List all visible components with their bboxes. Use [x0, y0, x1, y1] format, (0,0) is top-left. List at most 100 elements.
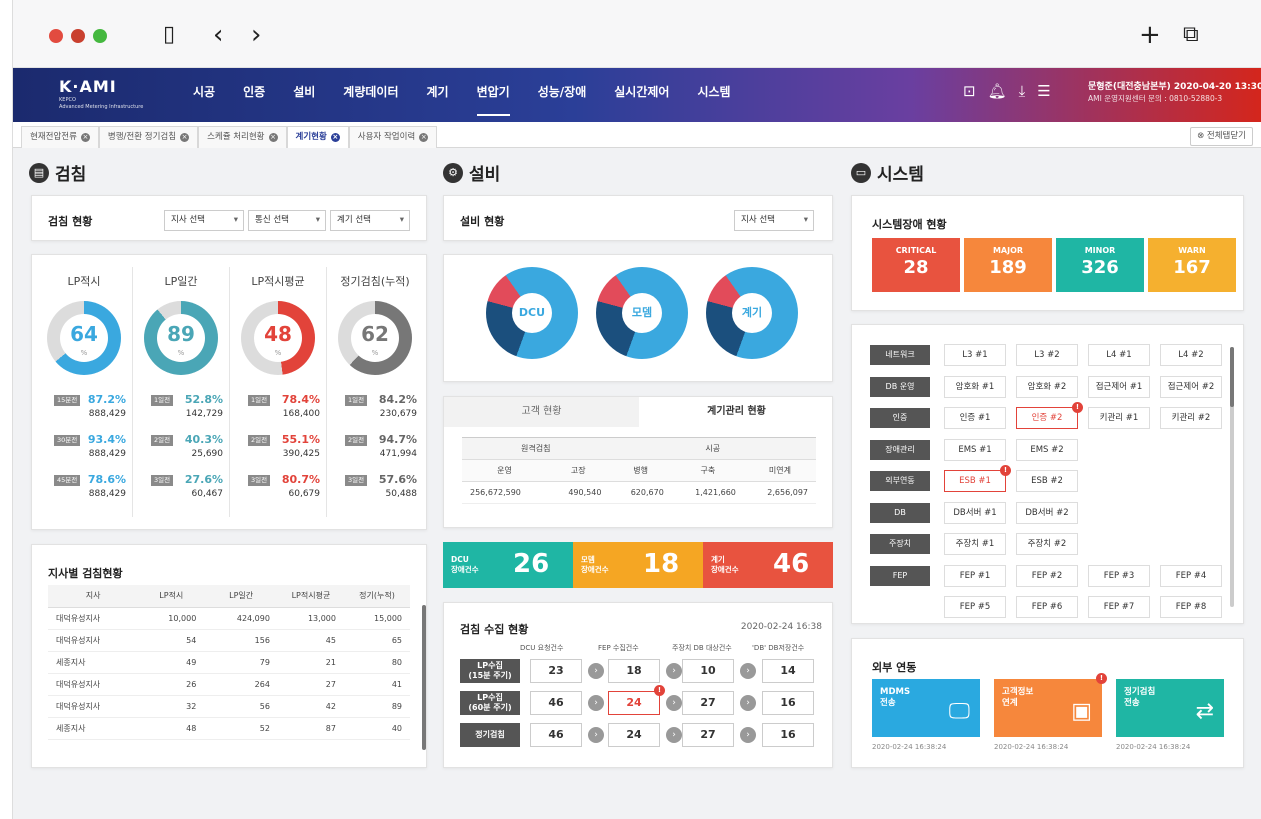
menu-item-1[interactable]: 인증 — [229, 68, 279, 122]
system-node[interactable]: 암호화 #2 — [1016, 375, 1078, 398]
system-node[interactable]: DB서버 #2 — [1016, 501, 1078, 524]
external-link-2[interactable]: 정기검침 전송 ⇄ — [1116, 679, 1224, 737]
kami-logo[interactable]: K·AMI KEPCO Advanced Metering Infrastruc… — [59, 77, 143, 110]
system-node[interactable]: FEP #7 — [1088, 596, 1150, 618]
fault-bar-0[interactable]: DCU 장애건수 26 — [443, 542, 573, 588]
system-node[interactable]: DB서버 #1 — [944, 501, 1006, 524]
tab-1[interactable]: 병행/전환 정기검침 × — [98, 126, 199, 148]
equip-branch-select[interactable]: 지사 선택 — [734, 210, 814, 231]
table-row[interactable]: 대덕유성지사 54 156 45 65 — [48, 629, 410, 652]
collect-value: 14 — [762, 659, 814, 683]
external-link-1[interactable]: 고객정보 연계 ▣ — [994, 679, 1102, 737]
system-node[interactable]: EMS #1 — [944, 438, 1006, 461]
table-row[interactable]: 세종지사 48 52 87 40 — [48, 717, 410, 740]
close-all-tabs-button[interactable]: ⊗ 전체탭닫기 — [1190, 127, 1253, 146]
system-node[interactable]: 접근제어 #2 — [1160, 375, 1222, 398]
collect-timestamp: 2020-02-24 16:38 — [740, 622, 822, 632]
meter-select[interactable]: 계기 선택 — [330, 210, 410, 231]
system-node[interactable]: FEP #8 — [1160, 596, 1222, 618]
system-node[interactable]: 인증 #2 — [1016, 407, 1078, 429]
table-cell: 세종지사 — [48, 717, 139, 740]
fault-bar-2[interactable]: 계기 장애건수 46 — [703, 542, 833, 588]
menu-item-7[interactable]: 실시간제어 — [600, 68, 683, 122]
fault-bar-1[interactable]: 모뎀 장애건수 18 — [573, 542, 703, 588]
table-row[interactable]: 대덕유성지사 32 56 42 89 — [48, 695, 410, 718]
severity-critical[interactable]: CRITICAL 28 — [872, 238, 960, 292]
table-row[interactable]: 대덕유성지사 10,000 424,090 13,000 15,000 — [48, 607, 410, 630]
system-node[interactable]: 접근제어 #1 — [1088, 375, 1150, 398]
tab-overview-icon[interactable]: ⧉ — [1183, 20, 1199, 50]
subtab-meter-mgmt[interactable]: 계기관리 현황 — [639, 397, 834, 427]
table-row[interactable]: 대덕유성지사 26 264 27 41 — [48, 673, 410, 696]
close-window-icon[interactable] — [49, 29, 63, 43]
table-cell: 56 — [204, 695, 278, 718]
external-link-card: 외부 연동 MDMS 전송 🖵︎ 2020-02-24 16:38:24 고객정보 연… — [851, 638, 1244, 768]
maximize-window-icon[interactable] — [93, 29, 107, 43]
tab-close-icon[interactable]: × — [419, 133, 429, 142]
system-node[interactable]: ESB #1 — [944, 470, 1006, 492]
scrollbar[interactable] — [422, 605, 426, 750]
system-node[interactable]: L4 #1 — [1088, 344, 1150, 366]
system-node[interactable]: L4 #2 — [1160, 344, 1222, 366]
system-node[interactable]: ESB #2 — [1016, 470, 1078, 492]
stat-count: 25,690 — [191, 449, 224, 459]
system-node[interactable]: 키관리 #1 — [1088, 407, 1150, 429]
system-node[interactable]: FEP #6 — [1016, 596, 1078, 618]
table-cell: 13,000 — [277, 607, 344, 630]
minimize-window-icon[interactable] — [71, 29, 85, 43]
system-node[interactable]: 주장치 #2 — [1016, 533, 1078, 555]
severity-minor[interactable]: MINOR 326 — [1056, 238, 1144, 292]
menu-item-0[interactable]: 시공 — [179, 68, 229, 122]
table-cell: 대덕유성지사 — [48, 629, 139, 652]
external-link-0[interactable]: MDMS 전송 🖵︎ — [872, 679, 980, 737]
system-node[interactable]: 인증 #1 — [944, 407, 1006, 429]
table-cell: 79 — [204, 651, 278, 674]
menu-item-6[interactable]: 성능/장애 — [524, 68, 601, 122]
system-node[interactable]: FEP #1 — [944, 564, 1006, 587]
branch-select[interactable]: 지사 선택 — [164, 210, 244, 231]
tab-close-icon[interactable]: × — [268, 133, 278, 142]
system-node[interactable]: L3 #1 — [944, 344, 1006, 366]
tab-3[interactable]: 계기현황 × — [286, 126, 349, 148]
system-node[interactable]: EMS #2 — [1016, 438, 1078, 461]
menu-item-2[interactable]: 설비 — [279, 68, 329, 122]
scrollbar-thumb[interactable] — [1230, 347, 1234, 407]
hamburger-menu-icon[interactable]: ☰ — [1037, 82, 1050, 100]
severity-count: 189 — [989, 257, 1027, 278]
system-node[interactable]: FEP #5 — [944, 596, 1006, 618]
window-icon[interactable]: ⊡ — [963, 82, 976, 100]
severity-major[interactable]: MAJOR 189 — [964, 238, 1052, 292]
fault-value: 46 — [773, 549, 810, 579]
tab-close-icon[interactable]: × — [180, 133, 190, 142]
menu-item-3[interactable]: 계량데이터 — [329, 68, 412, 122]
system-node[interactable]: 키관리 #2 — [1160, 407, 1222, 429]
forward-icon[interactable]: › — [251, 20, 261, 50]
system-node[interactable]: FEP #2 — [1016, 564, 1078, 587]
system-node[interactable]: FEP #4 — [1160, 564, 1222, 587]
system-node[interactable]: 주장치 #1 — [944, 533, 1006, 555]
menu-item-4[interactable]: 계기 — [412, 68, 462, 122]
new-tab-icon[interactable]: + — [1139, 20, 1161, 50]
menu-item-8[interactable]: 시스템 — [683, 68, 744, 122]
meter-stat: 2일전 40.3% 25,690 — [151, 433, 223, 461]
system-node[interactable]: 암호화 #1 — [944, 375, 1006, 398]
sidebar-toggle-icon[interactable]: ▯ — [163, 20, 175, 50]
table-cell: 10,000 — [138, 607, 205, 630]
table-cell: 45 — [277, 629, 344, 652]
tab-close-icon[interactable]: × — [330, 133, 340, 142]
tab-2[interactable]: 스케쥴 처리현황 × — [198, 126, 287, 148]
back-icon[interactable]: ‹ — [213, 20, 223, 50]
system-node[interactable]: L3 #2 — [1016, 344, 1078, 366]
tab-4[interactable]: 사용자 작업이력 × — [348, 126, 438, 148]
subtab-customer[interactable]: 고객 현황 — [444, 397, 639, 427]
tab-close-icon[interactable]: × — [80, 133, 90, 142]
tab-0[interactable]: 현재전압전류 × — [21, 126, 99, 148]
download-icon[interactable]: ⤓ — [1019, 82, 1026, 100]
bell-icon[interactable]: 🔔︎ — [988, 82, 1007, 100]
severity-warn[interactable]: WARN 167 — [1148, 238, 1236, 292]
comm-select[interactable]: 통신 선택 — [248, 210, 326, 231]
system-node[interactable]: FEP #3 — [1088, 564, 1150, 587]
menu-item-5[interactable]: 변압기 — [463, 68, 524, 122]
table-row[interactable]: 세종지사 49 79 21 80 — [48, 651, 410, 674]
table-cell: 49 — [138, 651, 205, 674]
